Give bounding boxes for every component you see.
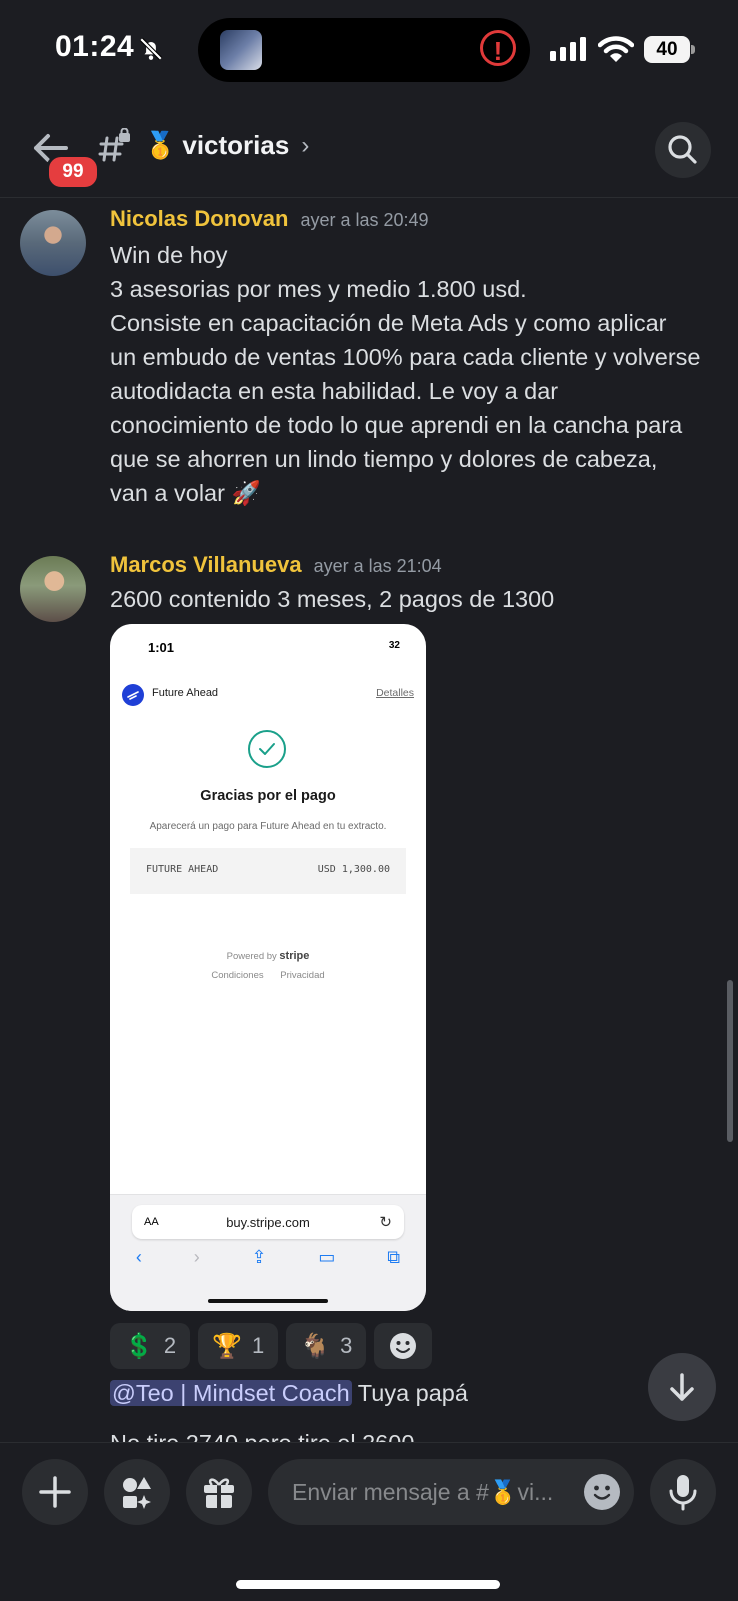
battery-level: 40 — [644, 36, 690, 63]
payment-thanks: Gracias por el pago — [200, 788, 336, 804]
message-timestamp: ayer a las 21:04 — [313, 556, 442, 576]
reaction-emoji: 💲 — [124, 1332, 154, 1360]
reactions-bar: 💲 2 🏆 1 🐐 3 — [110, 1323, 433, 1369]
message-line: un embudo de ventas 100% para cada clien… — [110, 344, 701, 370]
message-header: Marcos Villanueva ayer a las 21:04 — [110, 552, 442, 578]
scroll-down-button[interactable] — [648, 1353, 716, 1421]
merchant-logo — [122, 684, 144, 706]
image-status-battery: 32 — [388, 640, 400, 651]
reaction-chip[interactable]: 🐐 3 — [286, 1323, 367, 1369]
attachment-image[interactable]: 1:01 32 Future Ahead Detalles Gracias po… — [110, 624, 426, 1311]
battery-icon: 40 — [644, 36, 696, 63]
search-icon — [668, 135, 697, 164]
add-reaction-button[interactable] — [374, 1323, 433, 1369]
forward-icon: › — [193, 1247, 200, 1267]
receipt-amount: USD 1,300.00 — [317, 864, 390, 875]
message-author[interactable]: Marcos Villanueva — [110, 552, 302, 578]
reply-text: Tuya papá — [351, 1380, 468, 1406]
receipt: FUTURE AHEAD USD 1,300.00 — [130, 848, 406, 894]
message-line: autodidacta en esta habilidad. Le voy a … — [110, 378, 559, 404]
message-input-placeholder: Enviar mensaje a #🥇vi... — [292, 1479, 554, 1505]
reaction-emoji: 🏆 — [212, 1332, 243, 1360]
channel-name: victorias — [182, 130, 290, 160]
back-icon: ‹ — [135, 1247, 142, 1267]
share-icon: ⇪ — [251, 1247, 267, 1267]
url-domain: buy.stripe.com — [226, 1215, 310, 1230]
bell-off-icon — [139, 37, 163, 61]
home-indicator — [208, 1299, 328, 1303]
avatar[interactable] — [20, 556, 86, 622]
avatar[interactable] — [20, 210, 86, 276]
now-playing-thumbnail — [220, 30, 262, 70]
reaction-count: 3 — [340, 1333, 353, 1358]
powered-by-brand: stripe — [279, 950, 310, 962]
tabs-icon: ⧉ — [387, 1247, 401, 1267]
reload-icon: ↻ — [379, 1214, 392, 1231]
message-line: conocimiento de todo lo que aprendi en l… — [110, 412, 683, 438]
chevron-right-icon: › — [301, 131, 310, 159]
message-line: que se ahorren un lindo tiempo y dolores… — [110, 446, 658, 472]
message-header: Nicolas Donovan ayer a las 20:49 — [110, 206, 429, 232]
message-line: Consiste en capacitación de Meta Ads y c… — [110, 310, 667, 336]
bookmarks-icon: ▭ — [318, 1247, 336, 1267]
home-indicator — [236, 1580, 500, 1589]
message-timestamp: ayer a las 20:49 — [300, 210, 429, 230]
message-line: Win de hoy — [110, 242, 228, 268]
url-bar: AA buy.stripe.com ↻ — [132, 1205, 404, 1239]
merchant-name: Future Ahead — [152, 687, 219, 699]
reaction-chip[interactable]: 🏆 1 — [198, 1323, 279, 1369]
message-body: 2600 contenido 3 meses, 2 pagos de 1300 — [110, 586, 555, 612]
receipt-merchant: FUTURE AHEAD — [146, 864, 219, 875]
message-body: Win de hoy 3 asesorias por mes y medio 1… — [110, 238, 720, 510]
privacy-link: Privacidad — [280, 970, 325, 981]
reaction-emoji: 🐐 — [300, 1332, 331, 1360]
dynamic-island[interactable]: ! — [198, 18, 530, 82]
image-status-time: 1:01 — [148, 640, 175, 655]
channel-emoji: 🥇 — [144, 130, 177, 160]
user-mention[interactable]: @Teo | Mindset Coach — [110, 1380, 352, 1406]
status-time: 01:24 — [55, 30, 135, 63]
message-line: van a volar 🚀 — [110, 480, 261, 506]
details-link: Detalles — [376, 687, 414, 699]
channel-title[interactable]: 🥇 victorias › — [144, 130, 309, 161]
search-button[interactable] — [655, 122, 711, 178]
success-check-icon — [248, 730, 286, 768]
terms-link: Condiciones — [211, 970, 264, 981]
add-reaction-icon — [390, 1333, 417, 1359]
unread-badge: 99 — [46, 154, 100, 190]
browser-toolbar: AA buy.stripe.com ↻ ‹ › ⇪ ▭ ⧉ — [110, 1194, 426, 1311]
message-line: 3 asesorias por mes y medio 1.800 usd. — [110, 276, 527, 302]
add-attachment-button[interactable] — [22, 1459, 88, 1525]
apps-button[interactable] — [104, 1459, 170, 1525]
powered-by: Powered by stripe — [110, 950, 426, 962]
browser-nav: ‹ › ⇪ ▭ ⧉ — [110, 1247, 426, 1268]
message-reply: @Teo | Mindset Coach Tuya papá — [110, 1380, 468, 1407]
mic-icon — [669, 1475, 697, 1511]
header-divider — [0, 197, 738, 198]
gift-button[interactable] — [186, 1459, 252, 1525]
reaction-count: 1 — [252, 1333, 265, 1358]
partial-message: No tire 2740 pero tire el 2600 — [110, 1426, 414, 1442]
signal-icon — [550, 37, 586, 61]
scrollbar[interactable] — [727, 980, 733, 1142]
message-author[interactable]: Nicolas Donovan — [110, 206, 288, 232]
scroll-down-icon — [670, 1373, 694, 1401]
voice-message-button[interactable] — [650, 1459, 716, 1525]
apps-icon — [123, 1477, 151, 1509]
emoji-icon[interactable] — [584, 1474, 620, 1510]
gift-icon — [204, 1478, 234, 1508]
alert-icon: ! — [480, 30, 516, 66]
wifi-icon — [598, 36, 634, 62]
hash-lock-icon — [98, 128, 130, 162]
powered-by-prefix: Powered by — [226, 951, 277, 962]
reaction-chip[interactable]: 💲 2 — [110, 1323, 191, 1369]
footer-links: Condiciones Privacidad — [110, 970, 426, 981]
reaction-count: 2 — [163, 1333, 177, 1358]
plus-icon — [39, 1476, 71, 1508]
payment-note: Aparecerá un pago para Future Ahead en t… — [149, 821, 387, 832]
message-input[interactable]: Enviar mensaje a #🥇vi... — [268, 1459, 634, 1525]
